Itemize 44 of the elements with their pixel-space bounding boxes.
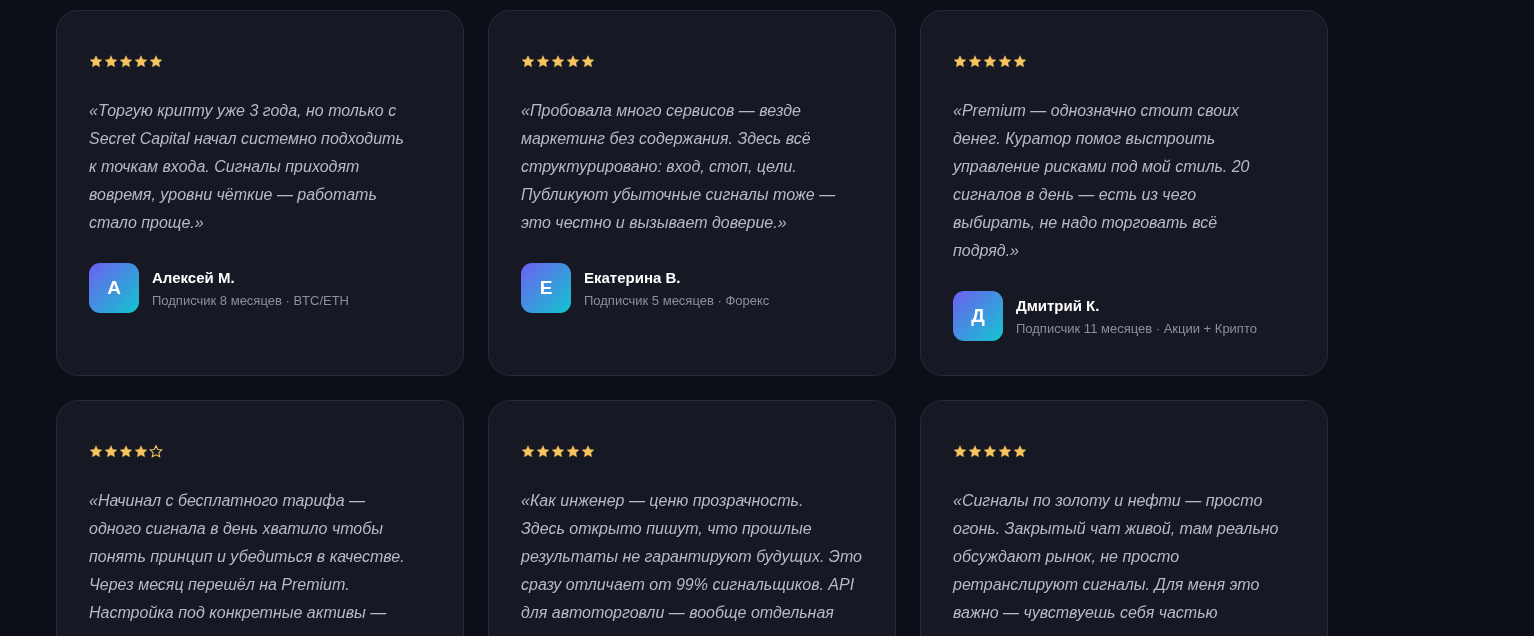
review-text: «Торгую крипту уже 3 года, но только с Secret Capital начал системно подходить к точкам входа. Сигналы приходят вовремя, уровни чёткие — работать стало проще.» (89, 101, 405, 233)
star-icon (566, 445, 580, 458)
review-text: «Пробовала много сервисов — везде маркетинг без содержания. Здесь всё структурировано: вход, стоп, цели. Публикуют убыточные сигналы тоже — это честно и вызывает доверие.» (521, 101, 837, 233)
review-text: «Начинал с бесплатного тарифа — одного сигнала в день хватило чтобы понять принцип и убедиться в качестве. Через месяц перешёл на Premium. Настройка под конкретные активы — (89, 491, 406, 623)
star-icon (998, 55, 1012, 68)
review-text: «Сигналы по золоту и нефти — просто огонь. Закрытый чат живой, там реально обсуждают рынок, не просто ретранслируют сигналы. Для меня это важно — чувствуешь себя частью (953, 491, 1280, 623)
star-icon (953, 55, 967, 68)
avatar: А (89, 263, 139, 313)
author-meta: Подписчик 5 месяцев · Форекс (584, 292, 770, 308)
star-icon (134, 445, 148, 458)
star-icon (566, 55, 580, 68)
star-icon (968, 55, 982, 68)
star-icon (536, 445, 550, 458)
star-icon (551, 445, 565, 458)
star-icon (89, 445, 103, 458)
star-icon (89, 55, 103, 68)
star-icon (134, 55, 148, 68)
star-icon (983, 55, 997, 68)
star-icon (119, 55, 133, 68)
star-icon (968, 445, 982, 458)
star-icon (521, 55, 535, 68)
author-meta: Подписчик 11 месяцев · Акции + Крипто (1016, 320, 1257, 336)
star-icon (104, 445, 118, 458)
review-text: «Premium — однозначно стоит своих денег. Куратор помог выстроить управление рисками под мой стиль. 20 сигналов в день — есть из чего выбирать, не надо торговать всё подряд.» (953, 101, 1251, 261)
star-icon (581, 55, 595, 68)
star-icon (536, 55, 550, 68)
author-name: Дмитрий К. (1016, 296, 1101, 314)
avatar: Е (521, 263, 571, 313)
review-text: «Как инженер — ценю прозрачность. Здесь открыто пишут, что прошлые результаты не гарантируют будущих. Это сразу отличает от 99% сигнальщиков. API для автоторговли — вообще отдельная (521, 491, 863, 623)
star-icon (104, 55, 118, 68)
star-icon (521, 445, 535, 458)
star-icon (119, 445, 133, 458)
star-icon (1013, 445, 1027, 458)
star-icon (551, 55, 565, 68)
avatar: Д (953, 291, 1003, 341)
star-icon (998, 445, 1012, 458)
star-icon (953, 445, 967, 458)
author-name: Алексей М. (152, 268, 236, 286)
star-icon (1013, 55, 1027, 68)
author-name: Екатерина В. (584, 268, 682, 286)
star-icon (581, 445, 595, 458)
star-icon (149, 55, 163, 68)
star-icon (983, 445, 997, 458)
author-meta: Подписчик 8 месяцев · BTC/ETH (152, 292, 349, 308)
